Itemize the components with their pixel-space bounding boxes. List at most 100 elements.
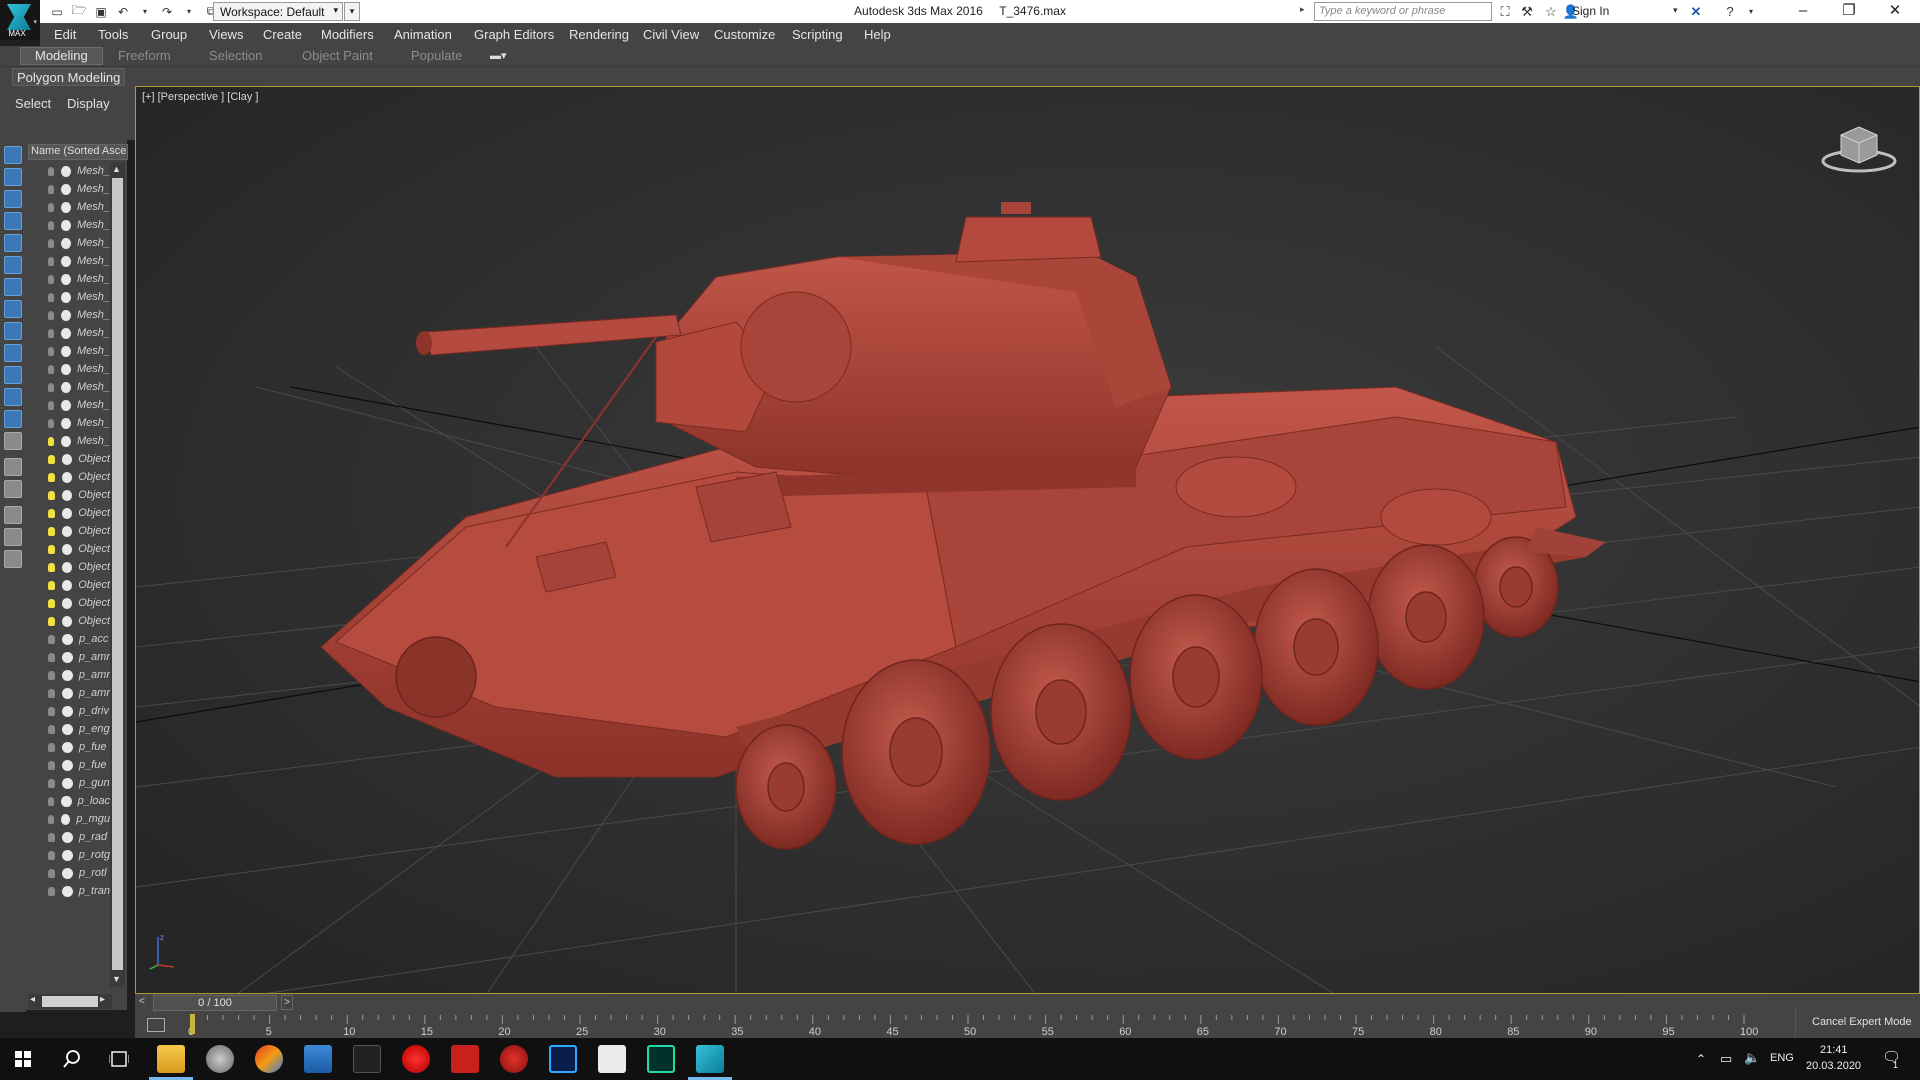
visibility-icon[interactable] xyxy=(61,237,71,249)
list-item[interactable]: Object xyxy=(26,486,110,504)
light-bulb-icon[interactable] xyxy=(48,868,55,878)
search-icon[interactable] xyxy=(63,1050,81,1068)
visibility-icon[interactable] xyxy=(61,669,73,681)
menu-create[interactable]: Create xyxy=(263,27,302,42)
horizontal-scrollbar[interactable]: ◂ ▸ xyxy=(28,994,112,1009)
app-icon[interactable] xyxy=(598,1045,626,1073)
list-item[interactable]: Mesh_ xyxy=(26,198,110,216)
light-bulb-icon[interactable] xyxy=(48,796,55,806)
visibility-icon[interactable] xyxy=(60,813,71,825)
visibility-icon[interactable] xyxy=(61,363,71,375)
find-icon[interactable] xyxy=(4,528,22,546)
show-hidden-icons-icon[interactable]: ⌃ xyxy=(1696,1052,1706,1066)
search-input[interactable]: Type a keyword or phrase xyxy=(1314,2,1492,21)
scene-tab-select[interactable]: Select xyxy=(15,96,51,111)
dropdown-icon[interactable]: ▾ xyxy=(136,3,154,20)
list-item[interactable]: Mesh_ xyxy=(26,414,110,432)
search-expand-icon[interactable]: ▸ xyxy=(1300,4,1305,15)
app-menu-button[interactable]: MAX ▾ xyxy=(0,0,40,40)
light-bulb-icon[interactable] xyxy=(48,688,55,698)
select-object-icon[interactable] xyxy=(4,146,22,164)
light-bulb-icon[interactable] xyxy=(48,670,55,680)
minimize-button[interactable]: – xyxy=(1780,0,1826,23)
menu-customize[interactable]: Customize xyxy=(714,27,775,42)
light-bulb-icon[interactable] xyxy=(48,400,55,410)
list-item[interactable]: Mesh_ xyxy=(26,270,110,288)
volume-icon[interactable]: 🔈 xyxy=(1744,1050,1760,1066)
light-bulb-icon[interactable] xyxy=(48,778,55,788)
light-bulb-icon[interactable] xyxy=(48,760,55,770)
light-bulb-icon[interactable] xyxy=(48,202,55,212)
visibility-icon[interactable] xyxy=(61,435,71,447)
vertical-scrollbar[interactable]: ▲ ▼ xyxy=(110,162,125,987)
quick-access-customize-button[interactable]: ▾ xyxy=(344,2,360,21)
scroll-up-icon[interactable]: ▲ xyxy=(112,164,121,174)
display-cameras-icon[interactable] xyxy=(4,234,22,252)
visibility-icon[interactable] xyxy=(61,291,71,303)
clock-date[interactable]: 20.03.2020 xyxy=(1806,1060,1861,1072)
scroll-left-icon[interactable]: ◂ xyxy=(30,994,35,1005)
subscription-icon[interactable]: ⚒ xyxy=(1518,3,1536,20)
visibility-icon[interactable] xyxy=(61,309,71,321)
list-item[interactable]: Object xyxy=(26,558,110,576)
light-bulb-icon[interactable] xyxy=(48,526,55,536)
list-item[interactable]: p_eng xyxy=(26,720,110,738)
display-xrefs-icon[interactable] xyxy=(4,322,22,340)
tab-object-paint[interactable]: Object Paint xyxy=(302,48,373,63)
list-item[interactable]: p_fue xyxy=(26,756,110,774)
list-item[interactable]: Object xyxy=(26,450,110,468)
light-bulb-icon[interactable] xyxy=(48,742,55,752)
display-frozen-icon[interactable] xyxy=(4,388,22,406)
viewcube[interactable] xyxy=(1819,117,1899,177)
menu-help[interactable]: Help xyxy=(864,27,891,42)
list-item[interactable]: Mesh_ xyxy=(26,324,110,342)
light-bulb-icon[interactable] xyxy=(48,274,55,284)
perspective-viewport[interactable]: [+] [Perspective ] [Clay ] z xyxy=(135,86,1920,994)
ribbon-toggle-icon[interactable]: ▬▾ xyxy=(490,49,507,62)
display-groups-icon[interactable] xyxy=(4,300,22,318)
3dsmax-icon[interactable] xyxy=(688,1045,732,1080)
previous-frame-icon[interactable]: < xyxy=(139,996,145,1007)
visibility-icon[interactable] xyxy=(61,489,73,501)
list-item[interactable]: Mesh_ xyxy=(26,432,110,450)
tab-selection[interactable]: Selection xyxy=(209,48,262,63)
list-item[interactable]: Mesh_ xyxy=(26,306,110,324)
new-file-icon[interactable]: ▭ xyxy=(48,3,66,20)
light-bulb-icon[interactable] xyxy=(48,310,55,320)
scroll-down-icon[interactable]: ▼ xyxy=(112,974,121,984)
list-item[interactable]: Object xyxy=(26,468,110,486)
visibility-icon[interactable] xyxy=(61,615,73,627)
visibility-icon[interactable] xyxy=(61,525,73,537)
menu-scripting[interactable]: Scripting xyxy=(792,27,843,42)
list-item[interactable]: p_loac xyxy=(26,792,110,810)
list-item[interactable]: Mesh_ xyxy=(26,234,110,252)
visibility-icon[interactable] xyxy=(61,561,73,573)
light-bulb-icon[interactable] xyxy=(48,256,55,266)
visibility-icon[interactable] xyxy=(61,795,72,807)
undo-icon[interactable]: ↶ xyxy=(114,3,132,20)
visibility-icon[interactable] xyxy=(62,867,73,879)
app-icon[interactable] xyxy=(304,1045,332,1073)
list-item[interactable]: Object xyxy=(26,576,110,594)
cancel-expert-mode-button[interactable]: Cancel Expert Mode xyxy=(1795,1006,1920,1038)
list-item[interactable]: p_tran xyxy=(26,882,110,900)
visibility-icon[interactable] xyxy=(61,849,73,861)
visibility-icon[interactable] xyxy=(62,741,73,753)
list-item[interactable]: Object xyxy=(26,594,110,612)
close-button[interactable]: ✕ xyxy=(1872,0,1918,23)
menu-edit[interactable]: Edit xyxy=(54,27,76,42)
visibility-icon[interactable] xyxy=(61,885,73,897)
visibility-icon[interactable] xyxy=(61,327,71,339)
viewport-label[interactable]: [+] [Perspective ] [Clay ] xyxy=(142,91,258,103)
app-icon[interactable] xyxy=(255,1045,283,1073)
open-file-icon[interactable]: 🗁 xyxy=(70,3,88,20)
light-bulb-icon[interactable] xyxy=(48,616,55,626)
name-column-header[interactable]: Name (Sorted Ascending) xyxy=(28,144,128,160)
language-indicator[interactable]: ENG xyxy=(1770,1052,1794,1064)
light-bulb-icon[interactable] xyxy=(48,490,55,500)
menu-animation[interactable]: Animation xyxy=(394,27,452,42)
restore-button[interactable]: ❐ xyxy=(1826,0,1872,23)
trackbar[interactable]: 0510152025303540455055606570758085909510… xyxy=(135,1012,1920,1038)
scrollbar-thumb[interactable] xyxy=(112,178,123,970)
list-item[interactable]: p_gun xyxy=(26,774,110,792)
